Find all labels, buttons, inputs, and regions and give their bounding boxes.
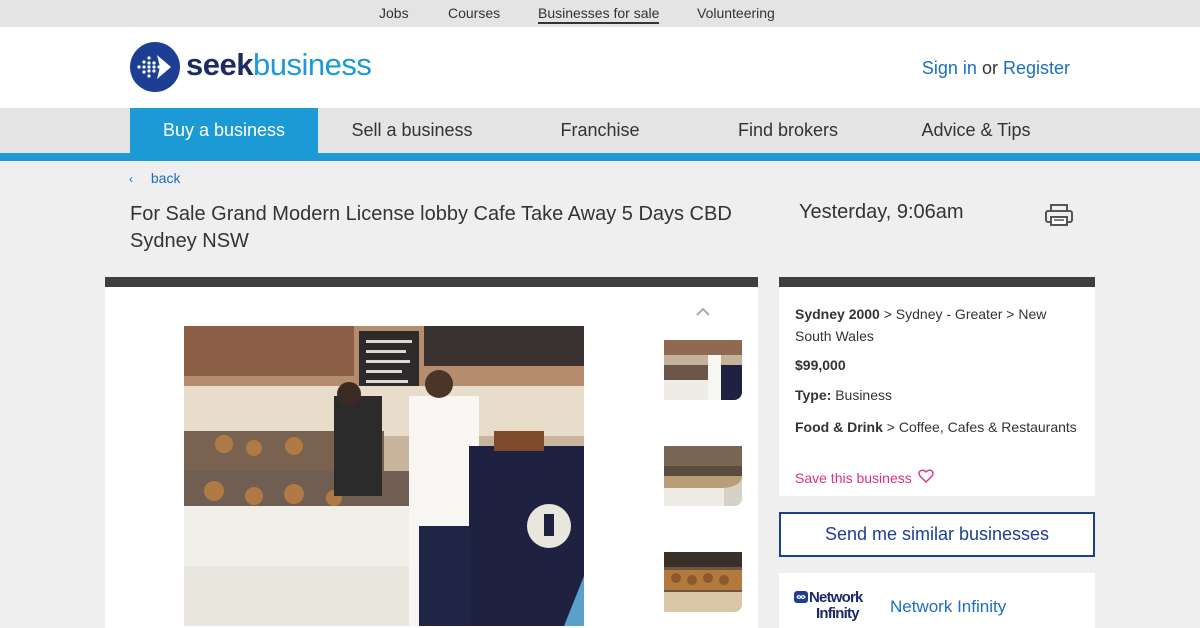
auth-or-text: or [981,58,998,78]
seek-logo-icon[interactable] [130,42,180,92]
nav-franchise[interactable]: Franchise [506,108,694,153]
logo-business-text: business [252,47,372,82]
save-business-label: Save this business [795,469,912,486]
listing-details-card: Sydney 2000 > Sydney - Greater > New Sou… [779,277,1095,496]
nav-sell-a-business[interactable]: Sell a business [318,108,506,153]
sign-in-link[interactable]: Sign in [922,58,977,78]
broker-card: Network Infinity Network Infinity [779,573,1095,628]
broker-name-link[interactable]: Network Infinity [890,597,1006,617]
network-infinity-logo[interactable]: Network Infinity [794,589,876,625]
broker-logo-line1: Network [809,589,863,606]
save-business-button[interactable]: Save this business [795,469,934,486]
nav-advice-tips[interactable]: Advice & Tips [882,108,1070,153]
main-listing-photo[interactable] [184,326,584,626]
thumbnail-3[interactable] [664,552,742,612]
thumbnail-1[interactable] [664,340,742,400]
topbar-link-courses[interactable]: Courses [448,5,500,21]
listing-price: $99,000 [795,354,846,376]
seekbusiness-logo[interactable]: seekbusiness [186,47,372,83]
listing-type: Type: Business [795,384,892,406]
category-sub: > Coffee, Cafes & Restaurants [882,419,1077,435]
type-value: Business [831,387,893,403]
nav-find-brokers[interactable]: Find brokers [694,108,882,153]
send-similar-businesses-button[interactable]: Send me similar businesses [779,512,1095,557]
listing-category: Food & Drink > Coffee, Cafes & Restauran… [795,416,1077,438]
site-header: seekbusiness Sign in or Register [0,27,1200,108]
nav-underline [0,153,1200,161]
photo-gallery-card [105,277,758,628]
price-value: $99,000 [795,357,846,373]
register-link[interactable]: Register [1003,58,1070,78]
category-main[interactable]: Food & Drink [795,419,883,435]
listing-date: Yesterday, 9:06am [799,201,964,223]
heart-icon [918,469,934,486]
nav-buy-a-business[interactable]: Buy a business [130,108,318,153]
print-icon[interactable] [1044,203,1074,227]
topbar-link-businesses-for-sale[interactable]: Businesses for sale [538,5,660,24]
topbar-link-jobs[interactable]: Jobs [379,5,409,21]
chevron-up-icon[interactable] [693,305,713,319]
back-label: back [150,170,181,186]
topbar-link-volunteering[interactable]: Volunteering [697,5,775,21]
type-label: Type: [795,387,832,403]
thumbnail-2[interactable] [664,446,742,506]
auth-links: Sign in or Register [922,58,1070,79]
broker-logo-line2: Infinity [816,605,860,622]
back-link[interactable]: ‹ back [129,170,180,186]
listing-location: Sydney 2000 > Sydney - Greater > New Sou… [795,303,1085,347]
main-nav: Buy a business Sell a business Franchise… [0,108,1200,153]
top-bar: Jobs Courses Businesses for sale Volunte… [0,0,1200,27]
listing-title: For Sale Grand Modern License lobby Cafe… [130,203,732,252]
location-suburb[interactable]: Sydney 2000 [795,306,880,322]
chevron-left-icon: ‹ [129,172,133,186]
logo-seek-text: seek [186,47,253,82]
